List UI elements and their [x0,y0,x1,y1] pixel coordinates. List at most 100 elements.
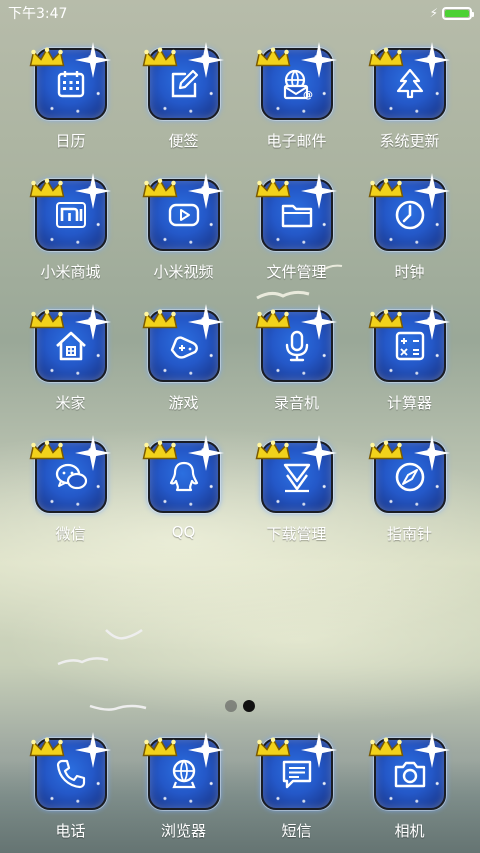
app-icon-tile[interactable] [255,435,337,513]
sparkle-icon [300,304,337,340]
app-mi-store[interactable]: 小米商城 [14,173,127,306]
page-indicator[interactable] [0,700,480,714]
dock-app-sms[interactable]: 短信 [240,732,353,841]
crown-icon [29,178,64,198]
bolt-icon: ⚡ [429,6,438,20]
app-video[interactable]: 小米视频 [127,173,240,306]
app-wechat[interactable]: 微信 [14,435,127,568]
dock-app-phone[interactable]: 电话 [14,732,127,841]
app-notes[interactable]: 便签 [127,42,240,175]
crown-icon [255,47,290,67]
sparkle-icon [74,173,111,209]
status-time: 下午3:47 [8,6,68,22]
app-folder[interactable]: 文件管理 [240,173,353,306]
sparkle-icon [74,732,111,768]
page-dot-1[interactable] [225,700,237,712]
battery-indicator: ⚡ [429,6,474,20]
sparkle-icon [187,304,224,340]
crown-icon [29,737,64,757]
crown-icon [142,737,177,757]
app-icon-tile[interactable] [142,304,224,382]
sparkle-icon [300,435,337,471]
app-label: QQ [171,523,196,541]
crown-icon [255,440,290,460]
app-label: 游戏 [168,394,199,412]
sparkle-icon [300,173,337,209]
app-icon-tile[interactable] [142,173,224,251]
sparkle-icon [300,42,337,78]
app-home[interactable]: 米家 [14,304,127,437]
app-icon-tile[interactable] [368,42,450,120]
sparkle-icon [413,173,450,209]
app-icon-tile[interactable] [368,304,450,382]
app-label: 日历 [55,132,86,150]
sparkle-icon [187,435,224,471]
crown-icon [142,440,177,460]
app-label: 时钟 [394,263,425,281]
app-icon-tile[interactable] [255,173,337,251]
dock-app-camera[interactable]: 相机 [353,732,466,841]
sparkle-icon [300,732,337,768]
app-label: 相机 [394,822,425,840]
crown-icon [368,309,403,329]
app-icon-tile[interactable] [29,435,111,513]
app-label: 米家 [55,394,86,412]
app-icon-tile[interactable] [255,304,337,382]
app-label: 短信 [281,822,312,840]
app-label: 小米视频 [153,263,214,281]
app-icon-tile[interactable] [368,435,450,513]
sparkle-icon [413,435,450,471]
sparkle-icon [187,42,224,78]
app-microphone[interactable]: 录音机 [240,304,353,437]
crown-icon [368,47,403,67]
app-label: 文件管理 [266,263,327,281]
app-calculator[interactable]: 计算器 [353,304,466,437]
sparkle-icon [187,732,224,768]
app-icon-tile[interactable] [142,732,224,810]
sparkle-icon [413,732,450,768]
app-label: 小米商城 [40,263,101,281]
app-gamepad[interactable]: 游戏 [127,304,240,437]
app-icon-tile[interactable] [368,173,450,251]
app-icon-tile[interactable] [29,42,111,120]
app-icon-tile[interactable] [29,173,111,251]
app-label: 指南针 [386,525,432,543]
crown-icon [142,309,177,329]
app-compass[interactable]: 指南针 [353,435,466,568]
app-qq[interactable]: QQ [127,435,240,568]
sparkle-icon [413,304,450,340]
app-label: 电话 [55,822,86,840]
app-icon-tile[interactable] [142,42,224,120]
crown-icon [29,309,64,329]
app-label: 微信 [55,525,86,543]
app-clock[interactable]: 时钟 [353,173,466,306]
app-update[interactable]: 系统更新 [353,42,466,175]
app-label: 下载管理 [266,525,327,543]
app-icon-tile[interactable] [29,732,111,810]
sparkle-icon [74,435,111,471]
app-email[interactable]: @ 电子邮件 [240,42,353,175]
svg-text:@: @ [303,90,313,101]
bird-decoration [57,657,109,666]
dock-app-browser[interactable]: 浏览器 [127,732,240,841]
page-dot-2[interactable] [243,700,255,712]
app-grid: 日历 便签 @ 电子邮件 系统更新小米商城 小米视频 文件管理 时钟米家 游戏 录音机 计算器微信 Q… [14,42,466,568]
app-label: 计算器 [386,394,432,412]
status-bar: 下午3:47 ⚡ [0,0,480,26]
sparkle-icon [74,304,111,340]
sparkle-icon [413,42,450,78]
battery-fill [445,9,469,17]
app-icon-tile[interactable] [368,732,450,810]
app-icon-tile[interactable]: @ [255,42,337,120]
app-icon-tile[interactable] [29,304,111,382]
crown-icon [255,309,290,329]
app-icon-tile[interactable] [255,732,337,810]
app-label: 电子邮件 [266,132,327,150]
app-label: 系统更新 [379,132,440,150]
crown-icon [142,178,177,198]
app-download[interactable]: 下载管理 [240,435,353,568]
crown-icon [29,440,64,460]
app-calendar[interactable]: 日历 [14,42,127,175]
app-icon-tile[interactable] [142,435,224,513]
crown-icon [368,178,403,198]
